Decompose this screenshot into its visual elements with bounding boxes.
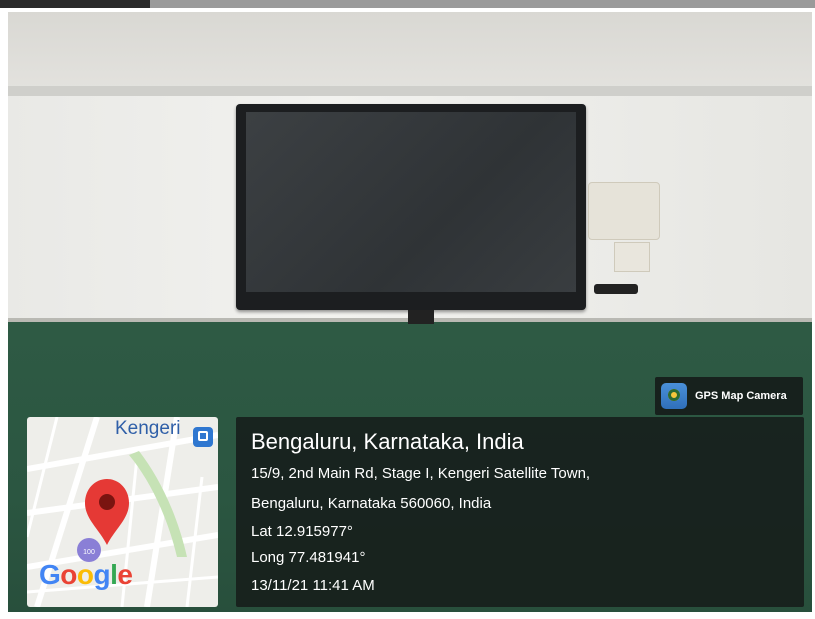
television: [236, 104, 586, 310]
top-strip: [0, 0, 815, 8]
map-pin-icon: [85, 479, 129, 545]
power-strip: [594, 284, 638, 294]
route-badge-number: 100: [83, 549, 95, 556]
map-place-label: Kengeri: [115, 418, 181, 439]
google-logo: Google: [39, 559, 133, 591]
address-line-2: Bengaluru, Karnataka 560060, India: [251, 495, 492, 512]
longitude: Long 77.481941°: [251, 549, 366, 566]
wall-switch: [614, 242, 650, 272]
television-mount: [408, 310, 434, 324]
latitude: Lat 12.915977°: [251, 523, 353, 540]
google-letter: o: [60, 559, 77, 590]
google-letter: o: [76, 559, 94, 590]
gps-map-camera-icon: [661, 383, 687, 409]
google-letter: G: [39, 559, 61, 590]
google-letter: e: [117, 559, 133, 590]
television-screen: [246, 112, 576, 292]
location-title: Bengaluru, Karnataka, India: [251, 429, 524, 454]
google-letter: g: [93, 559, 111, 590]
location-map: Kengeri 100 Google: [27, 417, 218, 607]
gps-app-name: GPS Map Camera: [695, 390, 787, 402]
gps-app-badge: GPS Map Camera: [655, 377, 803, 415]
wall-device: [588, 182, 660, 240]
address-line-1: 15/9, 2nd Main Rd, Stage I, Kengeri Sate…: [251, 465, 591, 482]
timestamp: 13/11/21 11:41 AM: [251, 577, 375, 594]
wall-upper: [8, 12, 812, 90]
top-strip-dark: [0, 0, 150, 8]
wall-ledge: [8, 86, 812, 96]
location-info-panel: Bengaluru, Karnataka, India 15/9, 2nd Ma…: [236, 417, 804, 607]
bus-station-icon: [193, 427, 213, 447]
